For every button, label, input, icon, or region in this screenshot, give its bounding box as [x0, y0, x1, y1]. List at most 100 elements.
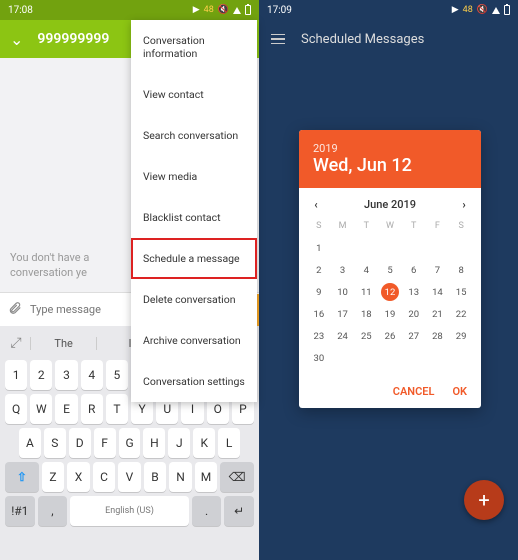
menu-item-view-contact[interactable]: View contact [131, 74, 257, 115]
key-enter[interactable]: ↵ [224, 496, 254, 526]
ok-button[interactable]: OK [452, 385, 467, 398]
battery-icon [245, 5, 251, 15]
key-F[interactable]: F [94, 428, 116, 458]
day-2[interactable]: 2 [307, 259, 331, 281]
menu-item-schedule-a-message[interactable]: Schedule a message [131, 238, 257, 279]
day-26[interactable]: 26 [378, 325, 402, 347]
date-picker: 2019 Wed, Jun 12 ‹ June 2019 › SMTWTFS 1… [299, 130, 481, 408]
key-shift[interactable]: ⇧ [5, 462, 39, 492]
day-15[interactable]: 15 [449, 281, 473, 303]
day-8[interactable]: 8 [449, 259, 473, 281]
key-H[interactable]: H [143, 428, 165, 458]
attach-icon[interactable] [0, 301, 30, 319]
day-16[interactable]: 16 [307, 303, 331, 325]
key-space[interactable]: English (US) [70, 496, 189, 526]
key-T[interactable]: T [106, 394, 128, 424]
cancel-button[interactable]: CANCEL [393, 385, 435, 398]
day-12[interactable]: 12 [381, 283, 399, 301]
day-4[interactable]: 4 [354, 259, 378, 281]
key-R[interactable]: R [81, 394, 103, 424]
key-backspace[interactable]: ⌫ [220, 462, 254, 492]
key-K[interactable]: K [193, 428, 215, 458]
key-S[interactable]: S [44, 428, 66, 458]
key-B[interactable]: B [144, 462, 167, 492]
key-A[interactable]: A [19, 428, 41, 458]
day-5[interactable]: 5 [378, 259, 402, 281]
notif-badge: 48 [463, 5, 473, 15]
day-1[interactable]: 1 [307, 237, 331, 259]
key-1[interactable]: 1 [5, 360, 27, 390]
picker-header: 2019 Wed, Jun 12 [299, 130, 481, 188]
day-17[interactable]: 17 [331, 303, 355, 325]
key-Z[interactable]: Z [42, 462, 65, 492]
menu-item-blacklist-contact[interactable]: Blacklist contact [131, 197, 257, 238]
day-13[interactable]: 13 [402, 281, 426, 303]
key-M[interactable]: M [195, 462, 218, 492]
menu-icon[interactable] [271, 34, 285, 45]
key-comma[interactable]: , [38, 496, 68, 526]
key-C[interactable]: C [93, 462, 116, 492]
add-fab[interactable]: + [464, 480, 504, 520]
key-period[interactable]: . [192, 496, 222, 526]
day-14[interactable]: 14 [426, 281, 450, 303]
empty-state-text: You don't have a conversation ye [10, 250, 89, 281]
suggestion-1[interactable]: The [30, 337, 96, 350]
menu-item-conversation-information[interactable]: Conversation information [131, 20, 257, 74]
contact-number[interactable]: 999999999 [37, 31, 109, 47]
signal-icon [492, 7, 500, 14]
key-sym[interactable]: !#1 [5, 496, 35, 526]
day-9[interactable]: 9 [307, 281, 331, 303]
next-month-icon[interactable]: › [457, 198, 471, 211]
mute-icon: 🔇 [218, 5, 229, 15]
day-24[interactable]: 24 [331, 325, 355, 347]
kbd-expand-icon[interactable]: ⤢ [2, 335, 30, 351]
battery-icon [504, 5, 510, 15]
key-4[interactable]: 4 [81, 360, 103, 390]
key-J[interactable]: J [168, 428, 190, 458]
key-V[interactable]: V [118, 462, 141, 492]
day-3[interactable]: 3 [331, 259, 355, 281]
day-10[interactable]: 10 [331, 281, 355, 303]
dow-head: T [402, 215, 426, 237]
status-bar-left: 17:08 ▶ 48 🔇 [0, 0, 259, 20]
empty-line-1: You don't have a [10, 250, 89, 265]
menu-item-view-media[interactable]: View media [131, 156, 257, 197]
back-icon[interactable]: ⌄ [10, 30, 23, 49]
key-D[interactable]: D [69, 428, 91, 458]
key-X[interactable]: X [67, 462, 90, 492]
day-29[interactable]: 29 [449, 325, 473, 347]
menu-item-delete-conversation[interactable]: Delete conversation [131, 279, 257, 320]
key-2[interactable]: 2 [30, 360, 52, 390]
key-L[interactable]: L [218, 428, 240, 458]
day-27[interactable]: 27 [402, 325, 426, 347]
day-7[interactable]: 7 [426, 259, 450, 281]
day-20[interactable]: 20 [402, 303, 426, 325]
status-time: 17:09 [267, 5, 292, 16]
empty-line-2: conversation ye [10, 265, 89, 280]
key-E[interactable]: E [55, 394, 77, 424]
day-30[interactable]: 30 [307, 347, 331, 369]
day-21[interactable]: 21 [426, 303, 450, 325]
day-19[interactable]: 19 [378, 303, 402, 325]
key-3[interactable]: 3 [55, 360, 77, 390]
key-Q[interactable]: Q [5, 394, 27, 424]
menu-item-search-conversation[interactable]: Search conversation [131, 115, 257, 156]
day-18[interactable]: 18 [354, 303, 378, 325]
key-W[interactable]: W [30, 394, 52, 424]
day-28[interactable]: 28 [426, 325, 450, 347]
key-5[interactable]: 5 [106, 360, 128, 390]
scheduled-appbar: Scheduled Messages [259, 20, 518, 58]
day-22[interactable]: 22 [449, 303, 473, 325]
menu-item-archive-conversation[interactable]: Archive conversation [131, 320, 257, 361]
prev-month-icon[interactable]: ‹ [309, 198, 323, 211]
menu-item-conversation-settings[interactable]: Conversation settings [131, 361, 257, 402]
key-G[interactable]: G [119, 428, 141, 458]
day-6[interactable]: 6 [402, 259, 426, 281]
day-11[interactable]: 11 [354, 281, 378, 303]
picker-headline[interactable]: Wed, Jun 12 [313, 155, 467, 176]
key-N[interactable]: N [169, 462, 192, 492]
dow-head: F [426, 215, 450, 237]
day-25[interactable]: 25 [354, 325, 378, 347]
day-23[interactable]: 23 [307, 325, 331, 347]
picker-year[interactable]: 2019 [313, 142, 467, 155]
